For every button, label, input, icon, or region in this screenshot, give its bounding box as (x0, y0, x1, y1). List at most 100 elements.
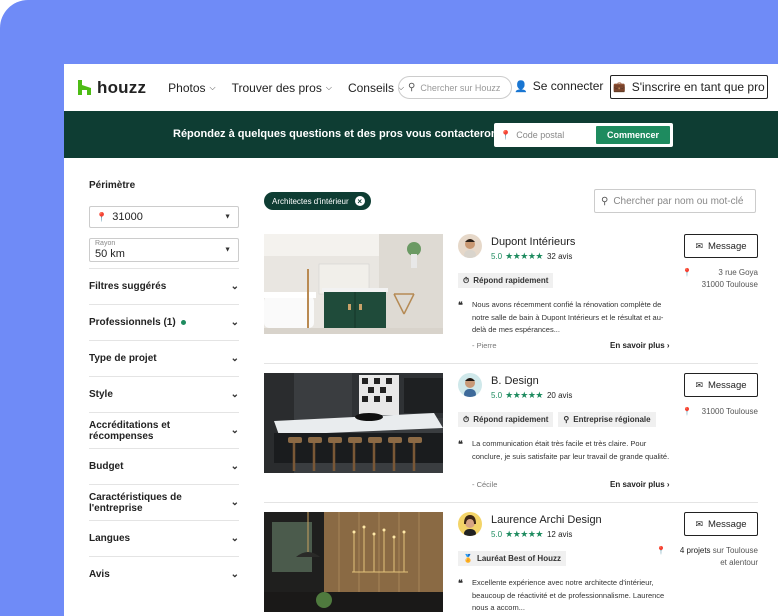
logo-text: houzz (97, 77, 147, 97)
search-icon: ⚲ (601, 195, 609, 207)
review-text: Excellente expérience avec notre archite… (472, 578, 665, 612)
banner-text: Répondez à quelques questions et des pro… (173, 128, 505, 140)
location-pin-icon: 📍 (682, 407, 692, 416)
postal-code-input[interactable]: Code postal (516, 130, 596, 140)
site-search-input[interactable]: ⚲ Chercher sur Houzz (398, 76, 512, 99)
rating-value: 5.0 (491, 252, 503, 261)
caret-down-icon: ▼ (224, 246, 231, 254)
filter-professionals[interactable]: Professionnels (1) ⌄ (89, 304, 239, 340)
message-button[interactable]: ✉ Message (684, 512, 758, 536)
filter-project-type[interactable]: Type de projet ⌄ (89, 340, 239, 376)
start-button[interactable]: Commencer (596, 126, 670, 144)
chevron-down-icon: ⌄ (230, 569, 239, 580)
keyword-search-input[interactable]: ⚲ Chercher par nom ou mot-clé (594, 189, 756, 213)
chevron-down-icon: ⌄ (230, 533, 239, 544)
radius-value: 50 km (95, 248, 125, 260)
regional-business-icon: ⚲ (563, 415, 570, 424)
pro-name[interactable]: B. Design (491, 375, 539, 387)
pro-card: Dupont Intérieurs 5.0 ★★★★★ 32 avis ⏱ Rép… (264, 234, 758, 364)
active-dot (180, 319, 186, 325)
star-rating-icon: ★★★★★ (505, 390, 543, 400)
envelope-icon: ✉ (695, 379, 703, 390)
avatar[interactable] (458, 373, 482, 397)
review-count[interactable]: 12 avis (547, 530, 572, 539)
message-label: Message (707, 240, 747, 252)
nav-label: Trouver des pros (231, 80, 322, 95)
filter-label: Accréditations et récompenses (89, 419, 171, 442)
caret-down-icon: ▼ (224, 213, 231, 221)
review-count[interactable]: 32 avis (547, 252, 572, 261)
avatar[interactable] (458, 512, 482, 536)
chevron-down-icon: ⌄ (230, 389, 239, 400)
site-header: houzz Photos ⌵ Trouver des pros ⌵ Conseils… (64, 64, 778, 111)
radius-label: Rayon (95, 240, 116, 247)
pro-name[interactable]: Dupont Intérieurs (491, 236, 575, 248)
filter-style[interactable]: Style ⌄ (89, 376, 239, 412)
houzz-logo[interactable]: houzz (78, 78, 146, 98)
filter-budget[interactable]: Budget ⌄ (89, 448, 239, 484)
nav-find-pros[interactable]: Trouver des pros ⌵ (232, 81, 332, 95)
pro-signup-button[interactable]: 💼 S'inscrire en tant que pro (610, 75, 768, 99)
houzz-logo-icon (78, 80, 91, 95)
badge: ⚲ Entreprise régionale (558, 412, 656, 427)
avatar[interactable] (458, 234, 482, 258)
review-text: Nous avons récemment confié la rénovatio… (472, 300, 664, 334)
learn-more-link[interactable]: En savoir plus › (610, 480, 670, 489)
rating-value: 5.0 (491, 530, 503, 539)
chevron-down-icon: ⌄ (230, 425, 239, 436)
perimeter-title: Périmètre (89, 180, 136, 191)
filter-label: Professionnels (1) (89, 317, 176, 328)
nav-photos[interactable]: Photos ⌵ (168, 81, 215, 95)
filter-languages[interactable]: Langues ⌄ (89, 520, 239, 556)
user-icon: 👤 (514, 80, 528, 93)
star-rating-icon: ★★★★★ (505, 251, 543, 261)
badge-label: Répond rapidement (473, 415, 549, 424)
projects-count[interactable]: 4 projets (680, 546, 711, 555)
postal-form: 📍 Code postal Commencer (494, 123, 673, 147)
nav-advice[interactable]: Conseils ⌵ (348, 81, 404, 95)
active-filter-chip[interactable]: Architectes d'intérieur × (264, 192, 371, 210)
pro-name[interactable]: Laurence Archi Design (491, 514, 602, 526)
message-button[interactable]: ✉ Message (684, 373, 758, 397)
project-photo[interactable] (264, 234, 443, 334)
review-count[interactable]: 20 avis (547, 391, 572, 400)
projects-location: sur Toulouse (712, 546, 758, 555)
filter-awards[interactable]: Accréditations et récompenses ⌄ (89, 412, 239, 448)
badge-list: ⏱ Répond rapidement ⚲ Entreprise régionale (458, 412, 661, 427)
filter-label: Style (89, 389, 113, 400)
learn-more-link[interactable]: En savoir plus › (610, 341, 670, 350)
chevron-down-icon: ⌄ (230, 497, 239, 508)
address: 📍 3 rue Goya 31000 Toulouse (682, 267, 758, 291)
badge-label: Entreprise régionale (573, 415, 651, 424)
message-button[interactable]: ✉ Message (684, 234, 758, 258)
radius-select[interactable]: Rayon 50 km ▼ (89, 238, 239, 262)
pro-card: Laurence Archi Design 5.0 ★★★★★ 12 avis … (264, 512, 758, 616)
briefcase-icon: 💼 (613, 81, 626, 93)
search-icon: ⚲ (408, 82, 416, 93)
location-select[interactable]: 📍 31000 ▼ (89, 206, 239, 228)
rating: 5.0 ★★★★★ 20 avis (491, 390, 572, 401)
review-snippet: ❝ Excellente expérience avec notre archi… (458, 577, 676, 615)
address-line: 31000 Toulouse (701, 407, 758, 416)
chevron-down-icon: ⌄ (230, 317, 239, 328)
filter-business-features[interactable]: Caractéristiques de l'entreprise ⌄ (89, 484, 239, 520)
signin-link[interactable]: 👤 Se connecter (514, 79, 603, 93)
keyword-placeholder: Chercher par nom ou mot-clé (613, 195, 744, 207)
review-author: - Cécile (472, 480, 498, 489)
project-photo[interactable] (264, 512, 443, 612)
badge-list: 🏅 Lauréat Best of Houzz (458, 551, 571, 566)
project-photo[interactable] (264, 373, 443, 473)
location-pin-icon: 📍 (500, 129, 512, 140)
chevron-down-icon: ⌄ (230, 461, 239, 472)
learn-more-label: En savoir plus (610, 341, 665, 350)
lead-banner: Répondez à quelques questions et des pro… (64, 111, 778, 158)
badge-label: Répond rapidement (473, 276, 549, 285)
filter-label: Langues (89, 533, 131, 544)
filter-suggested[interactable]: Filtres suggérés ⌄ (89, 268, 239, 304)
learn-more-label: En savoir plus (610, 480, 665, 489)
chevron-down-icon: ⌵ (209, 82, 216, 92)
filter-reviews[interactable]: Avis ⌄ (89, 556, 239, 592)
pro-card: B. Design 5.0 ★★★★★ 20 avis ⏱ Répond rapi… (264, 373, 758, 503)
close-icon[interactable]: × (354, 196, 365, 206)
filter-label: Type de projet (89, 353, 157, 364)
